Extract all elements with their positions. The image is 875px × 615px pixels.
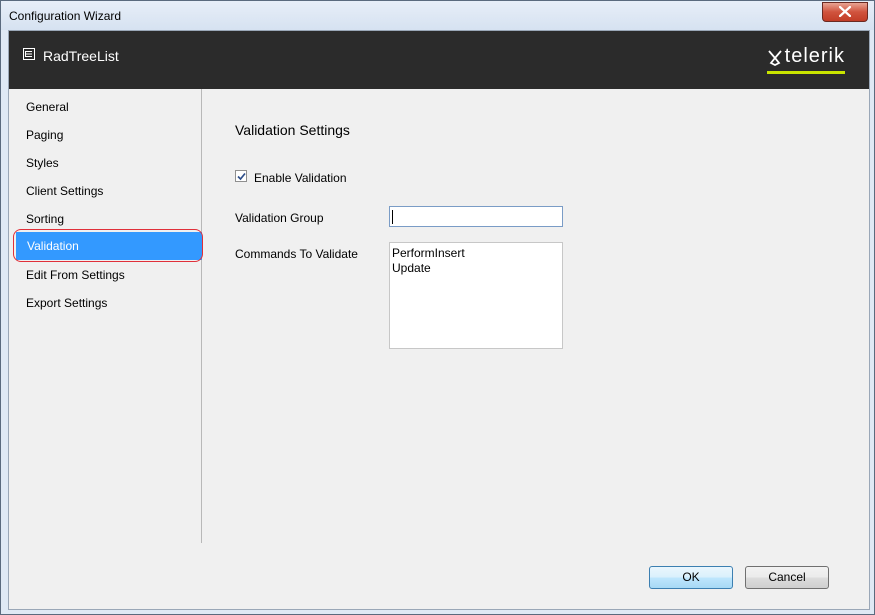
ok-button[interactable]: OK (649, 566, 733, 589)
commands-listbox[interactable]: PerformInsert Update (389, 242, 563, 349)
sidebar-item-styles[interactable]: Styles (15, 149, 201, 177)
validation-group-label: Validation Group (235, 211, 324, 225)
enable-validation-label[interactable]: Enable Validation (254, 171, 347, 185)
title-bar[interactable]: Configuration Wizard (1, 1, 874, 30)
cancel-button[interactable]: Cancel (745, 566, 829, 589)
sidebar-item-export-settings[interactable]: Export Settings (15, 289, 201, 317)
close-button[interactable] (822, 2, 868, 22)
telerik-logo: telerik (766, 45, 845, 74)
list-item[interactable]: Update (392, 261, 560, 276)
text-caret (392, 210, 393, 224)
commands-to-validate-label: Commands To Validate (235, 247, 358, 261)
configuration-wizard-window: Configuration Wizard RadTreeList telerik (0, 0, 875, 615)
logo-underline (766, 71, 845, 74)
enable-validation-checkbox[interactable] (235, 170, 247, 182)
validation-group-input[interactable] (389, 206, 563, 227)
sidebar-item-edit-from-settings[interactable]: Edit From Settings (15, 261, 201, 289)
close-icon (839, 6, 851, 17)
control-name: RadTreeList (43, 48, 119, 64)
window-title: Configuration Wizard (9, 9, 122, 23)
sidebar-item-sorting[interactable]: Sorting (15, 205, 201, 233)
wizard-sidebar: General Paging Styles Client Settings So… (9, 89, 203, 543)
wizard-client-area: RadTreeList telerik General Paging Style… (8, 30, 870, 610)
wizard-header: RadTreeList telerik (9, 31, 869, 89)
sidebar-item-general[interactable]: General (15, 93, 201, 121)
sidebar-item-validation[interactable]: Validation (16, 232, 202, 260)
telerik-mark-icon (767, 49, 782, 66)
checkmark-icon (237, 172, 246, 181)
list-item[interactable]: PerformInsert (392, 246, 560, 261)
treelist-icon (23, 48, 35, 60)
sidebar-item-client-settings[interactable]: Client Settings (15, 177, 201, 205)
section-title: Validation Settings (235, 122, 350, 138)
sidebar-item-paging[interactable]: Paging (15, 121, 201, 149)
